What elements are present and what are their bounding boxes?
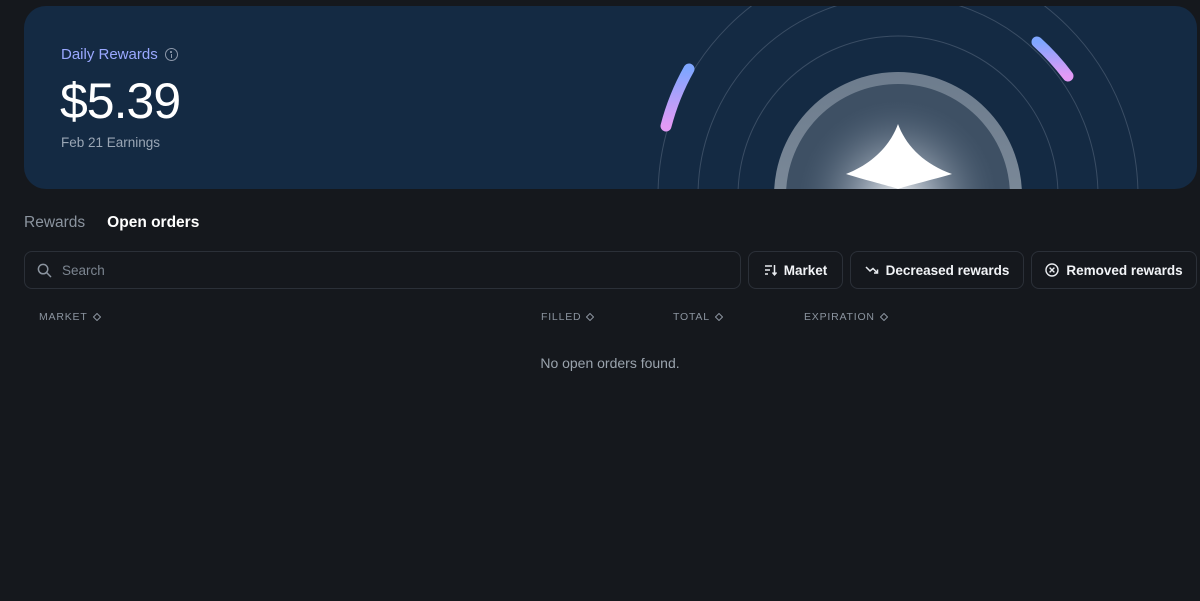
column-header-total-label: TOTAL (673, 311, 710, 323)
decorative-arc-right (1031, 36, 1074, 82)
removed-rewards-label: Removed rewards (1066, 262, 1183, 278)
tab-rewards[interactable]: Rewards (24, 214, 85, 232)
sort-icon (92, 313, 101, 321)
sort-icon (714, 313, 723, 321)
sort-icon (586, 313, 595, 321)
search-box (24, 251, 741, 289)
column-header-expiration-label: EXPIRATION (804, 311, 875, 323)
close-circle-icon (1045, 263, 1060, 277)
sort-icon (879, 313, 888, 321)
empty-state-message: No open orders found. (540, 355, 680, 371)
daily-rewards-banner: Daily Rewards $5.39 Feb 21 Earnings (24, 6, 1197, 189)
banner-decoration (657, 6, 1139, 189)
trend-down-icon (865, 266, 878, 274)
sort-list-icon (764, 265, 777, 276)
removed-rewards-button[interactable]: Removed rewards (1031, 251, 1197, 289)
tab-open-orders[interactable]: Open orders (107, 214, 199, 232)
column-header-filled[interactable]: FILLED (541, 311, 595, 323)
column-header-market[interactable]: MARKET (39, 311, 101, 323)
market-filter-button[interactable]: Market (748, 251, 843, 289)
decorative-arc-left (660, 63, 695, 132)
decreased-rewards-button[interactable]: Decreased rewards (850, 251, 1024, 289)
column-header-total[interactable]: TOTAL (673, 311, 723, 323)
search-icon (37, 263, 52, 277)
decreased-rewards-label: Decreased rewards (885, 262, 1010, 278)
column-header-market-label: MARKET (39, 311, 88, 323)
order-tabs: Rewards Open orders (24, 214, 199, 232)
column-header-filled-label: FILLED (541, 311, 582, 323)
column-header-expiration[interactable]: EXPIRATION (804, 311, 888, 323)
search-input[interactable] (62, 262, 702, 278)
market-filter-label: Market (783, 262, 828, 278)
